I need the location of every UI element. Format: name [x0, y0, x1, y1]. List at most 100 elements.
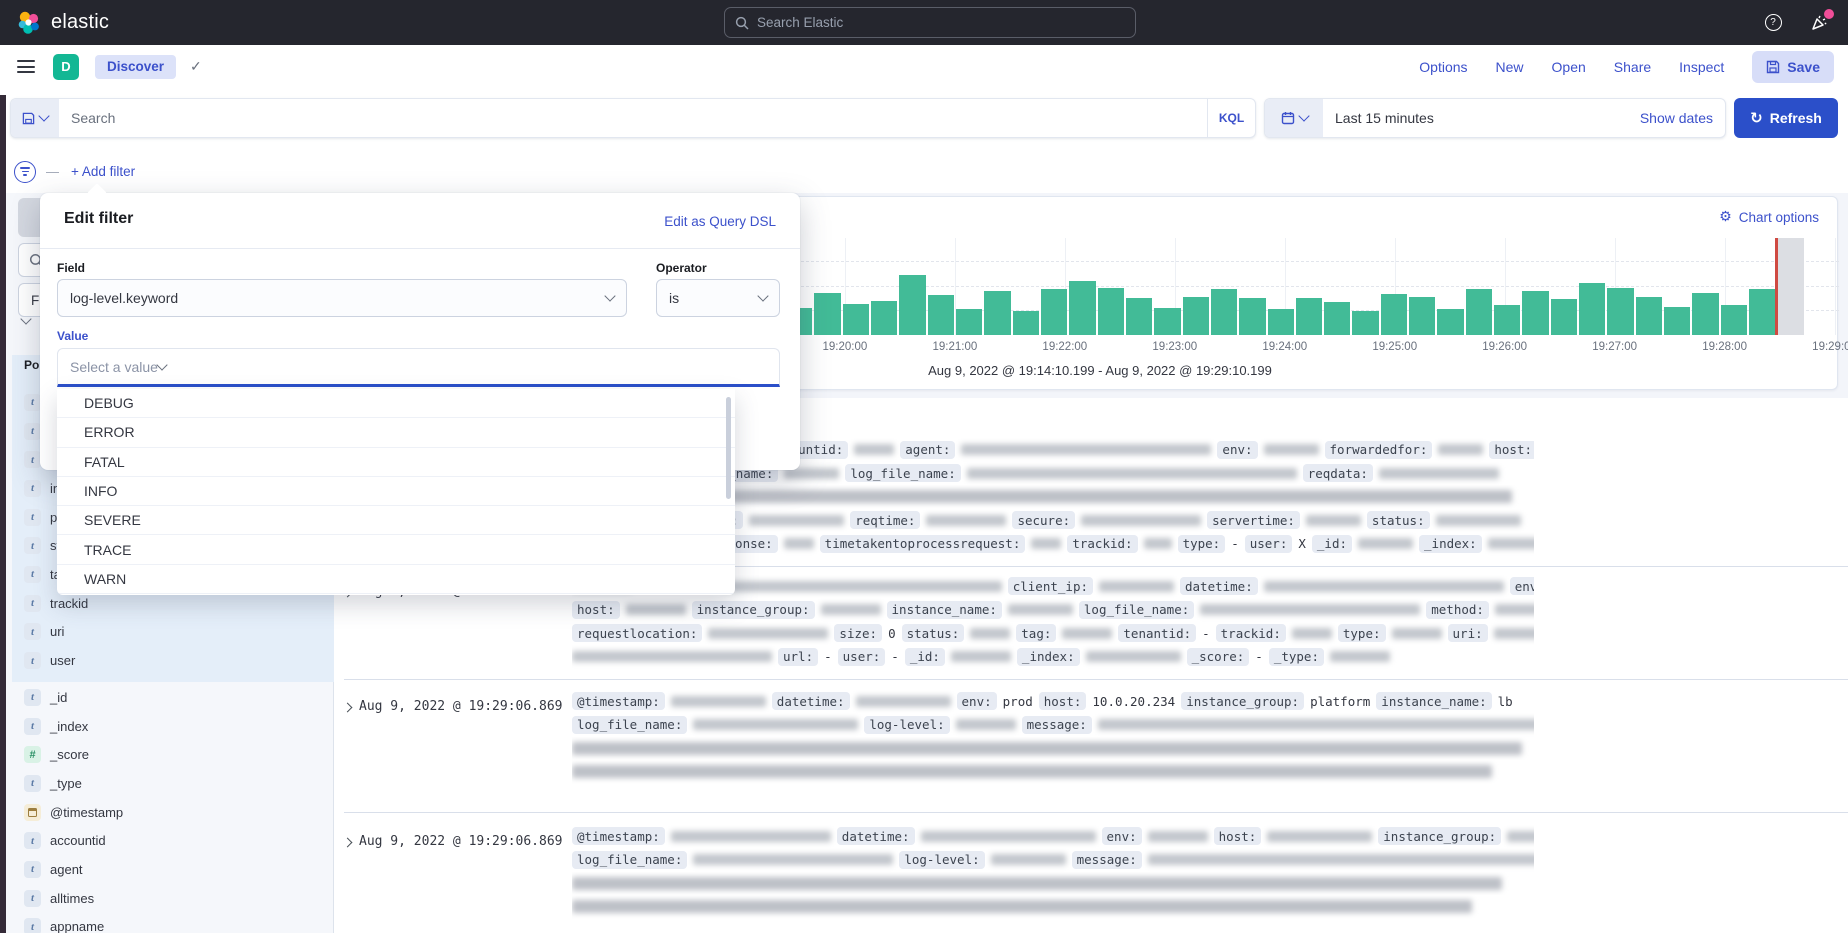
histogram-bar[interactable] [1352, 311, 1378, 335]
document-line[interactable] [572, 872, 1534, 896]
filter-menu-icon[interactable] [14, 161, 36, 183]
kql-search-input[interactable]: Search [59, 110, 1207, 126]
histogram-bar[interactable] [1268, 309, 1294, 335]
value-option-error[interactable]: ERROR [57, 418, 735, 447]
histogram-bar[interactable] [1664, 307, 1690, 335]
histogram-bar[interactable] [928, 295, 954, 335]
histogram-bar[interactable] [1381, 294, 1407, 335]
histogram-bar[interactable] [1721, 305, 1747, 335]
document-line[interactable] [572, 760, 1534, 784]
help-icon[interactable]: ? [1762, 12, 1784, 34]
refresh-button[interactable]: ↻ Refresh [1734, 98, 1838, 138]
global-search-input[interactable]: Search Elastic [724, 7, 1136, 38]
sidebar-field-uri[interactable]: turi [0, 618, 334, 647]
value-combobox[interactable]: Select a value [57, 348, 780, 387]
share-button[interactable]: Share [1614, 59, 1651, 75]
histogram-bar[interactable] [1239, 298, 1265, 335]
histogram-bar[interactable] [1126, 298, 1152, 335]
text-field-icon: t [24, 537, 41, 554]
histogram-bar[interactable] [1183, 297, 1209, 335]
sidebar-field-accountid[interactable]: taccountid [0, 826, 334, 855]
histogram-bar[interactable] [1324, 302, 1350, 335]
histogram-bar[interactable] [1522, 291, 1548, 335]
operator-select[interactable]: is [656, 279, 780, 317]
histogram-bar[interactable] [1579, 283, 1605, 335]
document-line[interactable] [572, 895, 1534, 919]
histogram-bar[interactable] [871, 301, 897, 335]
chart-options-button[interactable]: ⚙ Chart options [1719, 209, 1819, 225]
field-label: trackid [50, 596, 88, 611]
sidebar-field-@timestamp[interactable]: @timestamp [0, 798, 334, 827]
histogram-bar[interactable] [984, 291, 1010, 335]
add-filter-button[interactable]: + Add filter [71, 164, 135, 179]
sidebar-field-_id[interactable]: t_id [0, 683, 334, 712]
options-scrollbar[interactable] [726, 397, 731, 499]
field-select[interactable]: log-level.keyword [57, 279, 627, 317]
document-line[interactable]: log_file_name:log-level:message: [572, 713, 1534, 737]
document-line[interactable]: @timestamp:datetime:env:prodhost:10.0.20… [572, 690, 1534, 714]
value-option-info[interactable]: INFO [57, 477, 735, 506]
document-line[interactable]: host:instance_group:instance_name:log_fi… [572, 598, 1534, 622]
document-line[interactable]: requestlocation:size:0status:tag:tenanti… [572, 622, 1534, 646]
histogram-bar[interactable] [843, 304, 869, 335]
field-name-badge: reqtime: [850, 511, 920, 529]
histogram-bar[interactable] [1437, 309, 1463, 335]
histogram-bar[interactable] [1211, 289, 1237, 335]
sidebar-field-_score[interactable]: #_score [0, 740, 334, 769]
histogram-bar[interactable] [1069, 281, 1095, 335]
histogram-bar[interactable] [1013, 311, 1039, 335]
histogram-bar[interactable] [1409, 297, 1435, 335]
histogram-bar[interactable] [1296, 298, 1322, 335]
sidebar-field-alltimes[interactable]: talltimes [0, 884, 334, 913]
breadcrumb[interactable]: Discover [95, 55, 176, 79]
show-dates-button[interactable]: Show dates [1640, 110, 1725, 126]
expand-row-icon[interactable] [343, 837, 353, 847]
histogram-bar[interactable] [1154, 308, 1180, 335]
histogram-bar[interactable] [899, 275, 925, 335]
histogram-bar[interactable] [956, 309, 982, 335]
newsfeed-icon[interactable] [1808, 12, 1830, 34]
open-button[interactable]: Open [1552, 59, 1586, 75]
sidebar-field-_index[interactable]: t_index [0, 712, 334, 741]
value-option-trace[interactable]: TRACE [57, 535, 735, 564]
inspect-button[interactable]: Inspect [1679, 59, 1724, 75]
value-option-debug[interactable]: DEBUG [57, 389, 735, 418]
sidebar-field-user[interactable]: tuser [0, 646, 334, 675]
value-option-warn[interactable]: WARN [57, 565, 735, 594]
histogram-bar[interactable] [1636, 297, 1662, 335]
histogram-bar[interactable] [1551, 299, 1577, 335]
x-tick-label: 19:28:00 [1702, 341, 1747, 353]
saved-query-menu-button[interactable] [11, 99, 59, 137]
histogram-bar[interactable] [1466, 289, 1492, 335]
elastic-brand[interactable]: elastic [0, 10, 109, 36]
value-option-severe[interactable]: SEVERE [57, 506, 735, 535]
document-line[interactable]: @timestamp:datetime:env:host:instance_gr… [572, 825, 1534, 849]
redacted-value [572, 877, 1502, 890]
x-tick-label: 19:20:00 [823, 341, 868, 353]
document-line[interactable]: url:-user:-_id:_index:_score:-_type: [572, 645, 1534, 669]
query-language-button[interactable]: KQL [1207, 99, 1255, 137]
sidebar-field-agent[interactable]: tagent [0, 855, 334, 884]
time-range-value[interactable]: Last 15 minutes [1323, 110, 1640, 126]
histogram-bar[interactable] [1494, 305, 1520, 335]
save-button[interactable]: Save [1752, 51, 1834, 83]
sidebar-field-_type[interactable]: t_type [0, 769, 334, 798]
options-button[interactable]: Options [1419, 59, 1467, 75]
histogram-bar[interactable] [1041, 289, 1067, 335]
histogram-bar[interactable] [814, 293, 840, 335]
histogram-bar[interactable] [1607, 288, 1633, 335]
sidebar-field-appname[interactable]: tappname [0, 913, 334, 933]
new-button[interactable]: New [1496, 59, 1524, 75]
menu-icon[interactable] [17, 60, 35, 73]
edit-as-query-dsl-link[interactable]: Edit as Query DSL [664, 214, 776, 229]
toolbar-actions: Options New Open Share Inspect Save [1419, 51, 1834, 83]
document-line[interactable] [572, 737, 1534, 761]
histogram-bar[interactable] [1692, 293, 1718, 335]
histogram-bar[interactable] [1749, 289, 1775, 335]
date-quick-menu-button[interactable] [1265, 99, 1323, 137]
expand-row-icon[interactable] [343, 702, 353, 712]
document-line[interactable]: log_file_name:log-level:message: [572, 848, 1534, 872]
histogram-bar[interactable] [1098, 288, 1124, 335]
value-option-fatal[interactable]: FATAL [57, 448, 735, 477]
space-avatar[interactable]: D [53, 54, 79, 80]
